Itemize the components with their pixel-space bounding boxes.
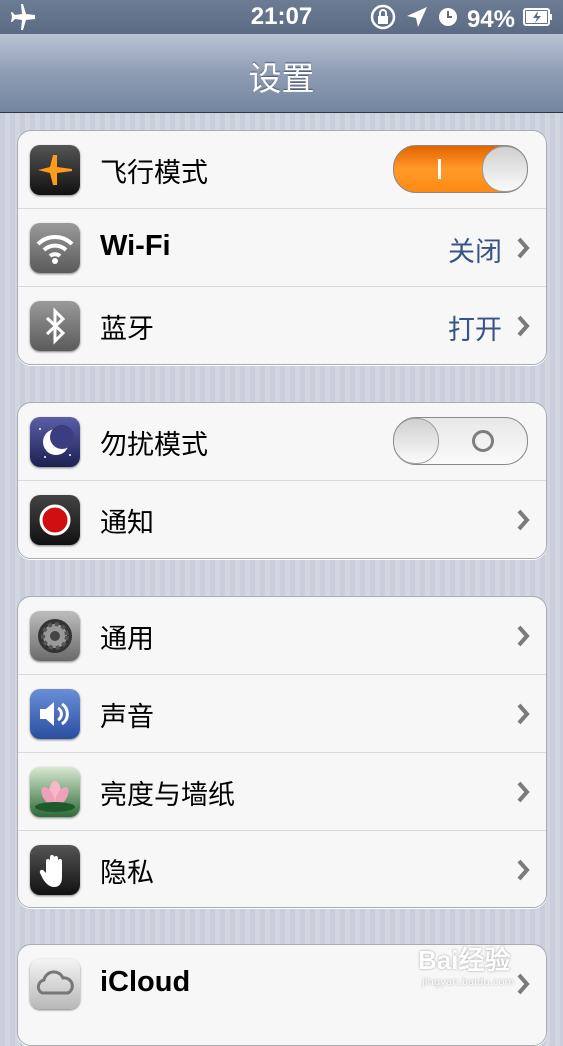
row-label: 声音 [100,702,154,733]
toggle-on-indicator [438,159,441,179]
settings-group-connectivity: 飞行模式 Wi-Fi 关闭 蓝牙 打开 [17,130,547,365]
row-label: 勿扰模式 [100,430,208,461]
row-label: 飞行模式 [100,158,208,189]
status-bar: 21:07 94% [0,0,563,34]
chevron-right-icon [516,237,530,263]
row-privacy[interactable]: 隐私 [18,830,546,907]
toggle-knob[interactable] [394,418,439,464]
row-label: Wi-Fi [100,230,171,262]
moon-icon [30,417,80,467]
chevron-right-icon [516,315,530,341]
location-icon [405,5,429,34]
toggle-knob[interactable] [482,146,527,192]
watermark-text: Bai经验 [418,945,511,975]
airplane-mode-icon [30,145,80,195]
toggle-off-indicator [472,430,494,452]
alarm-icon [437,6,459,33]
chevron-right-icon [516,859,530,885]
row-brightness-wallpaper[interactable]: 亮度与墙纸 [18,752,546,830]
chevron-right-icon [516,509,530,535]
baidu-watermark: Bai经验 jingyan.baidu.com [418,940,514,988]
row-sounds[interactable]: 声音 [18,674,546,752]
settings-group-alerts: 勿扰模式 通知 [17,402,547,559]
row-do-not-disturb: 勿扰模式 [18,403,546,480]
airplane-mode-toggle[interactable] [393,145,528,193]
row-wifi[interactable]: Wi-Fi 关闭 [18,208,546,286]
wifi-icon [30,223,80,273]
chevron-right-icon [516,625,530,651]
row-airplane-mode: 飞行模式 [18,131,546,208]
battery-percent: 94% [466,5,515,33]
chevron-right-icon [516,973,530,999]
rotation-lock-icon [369,3,397,36]
row-label: 隐私 [100,858,154,889]
battery-charging-icon [523,8,553,31]
row-label: 亮度与墙纸 [100,780,235,811]
do-not-disturb-toggle[interactable] [393,417,528,465]
settings-group-device: 通用 声音 亮度与墙纸 隐私 [17,596,547,908]
flower-icon [30,767,80,817]
chevron-right-icon [516,781,530,807]
chevron-right-icon [516,703,530,729]
row-notifications[interactable]: 通知 [18,480,546,558]
hand-icon [30,845,80,895]
row-label: 蓝牙 [100,314,154,345]
wifi-status: 关闭 [448,237,502,268]
watermark-subtext: jingyan.baidu.com [422,977,515,988]
cloud-icon [30,959,80,1009]
row-general[interactable]: 通用 [18,597,546,674]
gear-icon [30,611,80,661]
page-title: 设置 [248,59,315,98]
row-label: 通用 [100,624,154,655]
navigation-bar: 设置 [0,34,563,113]
speaker-icon [30,689,80,739]
row-label: 通知 [100,508,154,539]
row-bluetooth[interactable]: 蓝牙 打开 [18,286,546,364]
notification-icon [30,495,80,545]
row-label: iCloud [100,966,191,998]
bluetooth-status: 打开 [448,315,502,346]
bluetooth-icon [30,301,80,351]
